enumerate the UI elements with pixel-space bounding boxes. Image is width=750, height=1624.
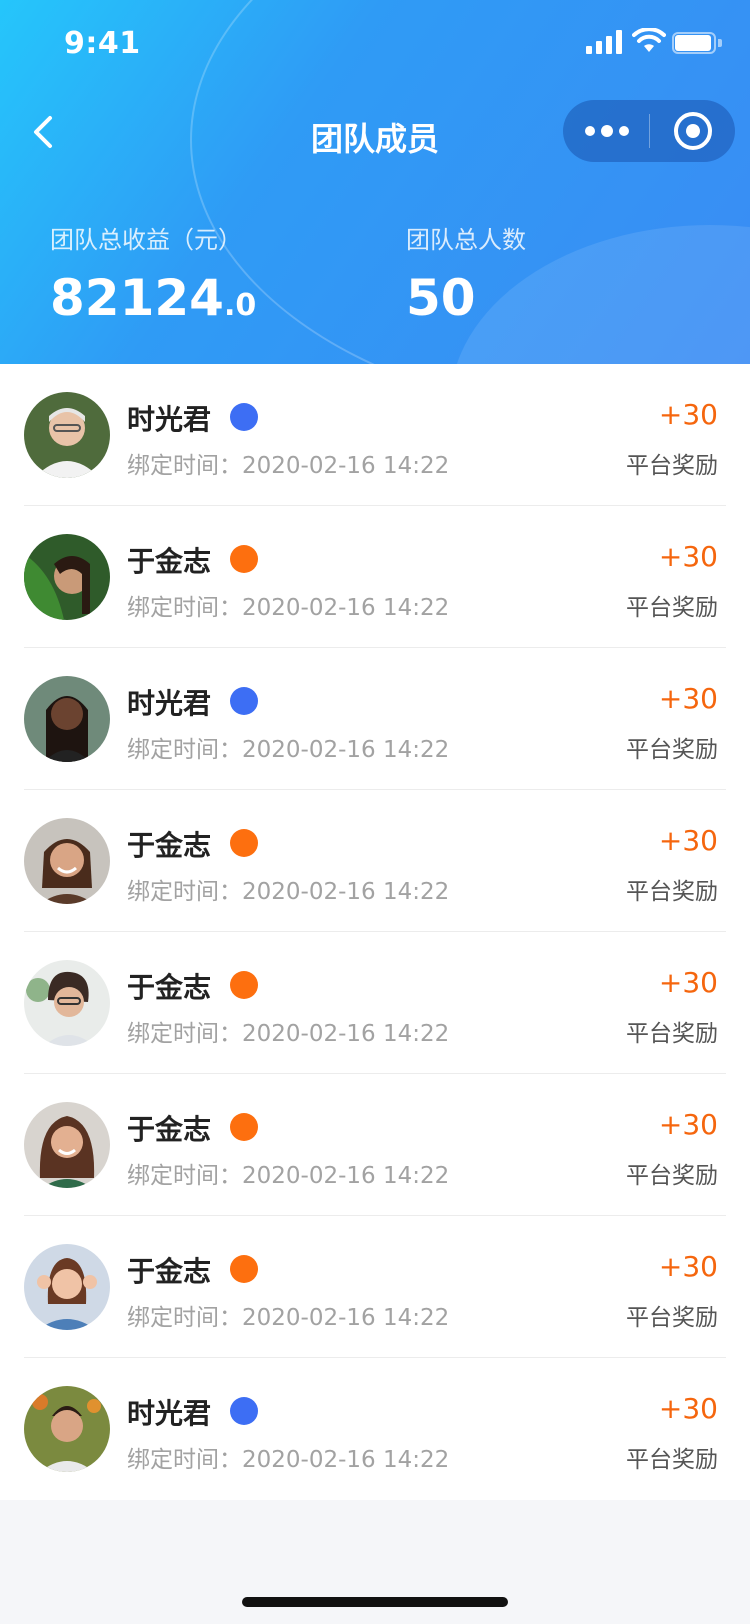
list-item[interactable]: 时光君 绑定时间：2020-02-16 14:22 +30 平台奖励 <box>0 1358 750 1500</box>
member-name: 于金志 <box>127 971 212 1004</box>
reward-type: 平台奖励 <box>626 1305 718 1331</box>
avatar <box>24 676 110 762</box>
avatar <box>24 392 110 478</box>
member-name: 时光君 <box>127 687 212 720</box>
reward-type: 平台奖励 <box>626 453 718 479</box>
bind-time: 绑定时间：2020-02-16 14:22 <box>127 872 449 906</box>
bind-time-label: 绑定时间： <box>127 453 242 479</box>
income-value: 82124.0 <box>50 273 256 323</box>
bind-time: 绑定时间：2020-02-16 14:22 <box>127 1014 449 1048</box>
reward-amount: +30 <box>658 1108 718 1141</box>
status-bar: 9:41 <box>0 0 750 88</box>
reward-amount: +30 <box>658 1250 718 1283</box>
bind-time-value: 2020-02-16 14:22 <box>242 1163 450 1189</box>
members-count: 50 <box>406 269 476 327</box>
bind-time-value: 2020-02-16 14:22 <box>242 737 450 763</box>
bind-time-label: 绑定时间： <box>127 1447 242 1473</box>
income-decimal: .0 <box>223 288 257 323</box>
income-label: 团队总收益（元） <box>50 226 242 254</box>
bind-time-value: 2020-02-16 14:22 <box>242 879 450 905</box>
list-item[interactable]: 于金志 绑定时间：2020-02-16 14:22 +30 平台奖励 <box>0 1074 750 1216</box>
list-item[interactable]: 时光君 绑定时间：2020-02-16 14:22 +30 平台奖励 <box>0 648 750 790</box>
more-dots-icon[interactable] <box>585 120 631 142</box>
cellular-signal-icon <box>586 30 622 54</box>
level-dot <box>230 1255 258 1283</box>
avatar <box>24 534 110 620</box>
bind-time: 绑定时间：2020-02-16 14:22 <box>127 446 449 480</box>
list-item[interactable]: 时光君 绑定时间：2020-02-16 14:22 +30 平台奖励 <box>0 364 750 506</box>
list-item[interactable]: 于金志 绑定时间：2020-02-16 14:22 +30 平台奖励 <box>0 1216 750 1358</box>
avatar <box>24 1386 110 1472</box>
bind-time-label: 绑定时间： <box>127 737 242 763</box>
reward-type: 平台奖励 <box>626 1021 718 1047</box>
reward-amount: +30 <box>658 966 718 999</box>
member-name: 时光君 <box>127 403 212 436</box>
reward-amount: +30 <box>658 398 718 431</box>
bind-time: 绑定时间：2020-02-16 14:22 <box>127 730 449 764</box>
member-list: 时光君 绑定时间：2020-02-16 14:22 +30 平台奖励 于金志 绑… <box>0 364 750 1500</box>
list-item[interactable]: 于金志 绑定时间：2020-02-16 14:22 +30 平台奖励 <box>0 932 750 1074</box>
income-integer: 82124 <box>50 269 224 327</box>
member-name: 于金志 <box>127 1255 212 1288</box>
battery-icon <box>672 32 722 54</box>
bind-time-label: 绑定时间： <box>127 1163 242 1189</box>
member-name: 于金志 <box>127 545 212 578</box>
member-name: 于金志 <box>127 1113 212 1146</box>
avatar <box>24 960 110 1046</box>
bind-time: 绑定时间：2020-02-16 14:22 <box>127 588 449 622</box>
mini-program-capsule <box>563 100 735 162</box>
home-indicator <box>242 1597 508 1607</box>
bind-time-value: 2020-02-16 14:22 <box>242 1305 450 1331</box>
reward-type: 平台奖励 <box>626 1447 718 1473</box>
level-dot <box>230 1113 258 1141</box>
member-name: 于金志 <box>127 829 212 862</box>
wifi-icon <box>632 28 666 52</box>
reward-type: 平台奖励 <box>626 737 718 763</box>
list-item[interactable]: 于金志 绑定时间：2020-02-16 14:22 +30 平台奖励 <box>0 506 750 648</box>
reward-amount: +30 <box>658 540 718 573</box>
level-dot <box>230 1397 258 1425</box>
stat-members: 团队总人数 50 <box>406 220 526 323</box>
navigation-bar: 团队成员 <box>0 100 750 164</box>
bind-time: 绑定时间：2020-02-16 14:22 <box>127 1298 449 1332</box>
header: 9:41 团队成员 团队总收益（元） 82124.0 团队总人数 50 <box>0 0 750 364</box>
level-dot <box>230 545 258 573</box>
status-time: 9:41 <box>64 26 141 61</box>
reward-type: 平台奖励 <box>626 595 718 621</box>
reward-amount: +30 <box>658 824 718 857</box>
bind-time-label: 绑定时间： <box>127 595 242 621</box>
member-name: 时光君 <box>127 1397 212 1430</box>
avatar <box>24 1244 110 1330</box>
bind-time-value: 2020-02-16 14:22 <box>242 1447 450 1473</box>
level-dot <box>230 403 258 431</box>
avatar <box>24 1102 110 1188</box>
level-dot <box>230 687 258 715</box>
reward-type: 平台奖励 <box>626 879 718 905</box>
level-dot <box>230 971 258 999</box>
bind-time-label: 绑定时间： <box>127 1305 242 1331</box>
avatar <box>24 818 110 904</box>
reward-amount: +30 <box>658 682 718 715</box>
bind-time-label: 绑定时间： <box>127 879 242 905</box>
reward-amount: +30 <box>658 1392 718 1425</box>
reward-type: 平台奖励 <box>626 1163 718 1189</box>
list-item[interactable]: 于金志 绑定时间：2020-02-16 14:22 +30 平台奖励 <box>0 790 750 932</box>
bind-time-label: 绑定时间： <box>127 1021 242 1047</box>
bind-time-value: 2020-02-16 14:22 <box>242 595 450 621</box>
close-target-icon[interactable] <box>674 112 712 150</box>
bind-time: 绑定时间：2020-02-16 14:22 <box>127 1440 449 1474</box>
level-dot <box>230 829 258 857</box>
members-value: 50 <box>406 273 526 323</box>
members-label: 团队总人数 <box>406 226 526 254</box>
bind-time-value: 2020-02-16 14:22 <box>242 1021 450 1047</box>
bind-time: 绑定时间：2020-02-16 14:22 <box>127 1156 449 1190</box>
capsule-divider <box>649 114 650 148</box>
bind-time-value: 2020-02-16 14:22 <box>242 453 450 479</box>
stat-income: 团队总收益（元） 82124.0 <box>50 220 256 323</box>
